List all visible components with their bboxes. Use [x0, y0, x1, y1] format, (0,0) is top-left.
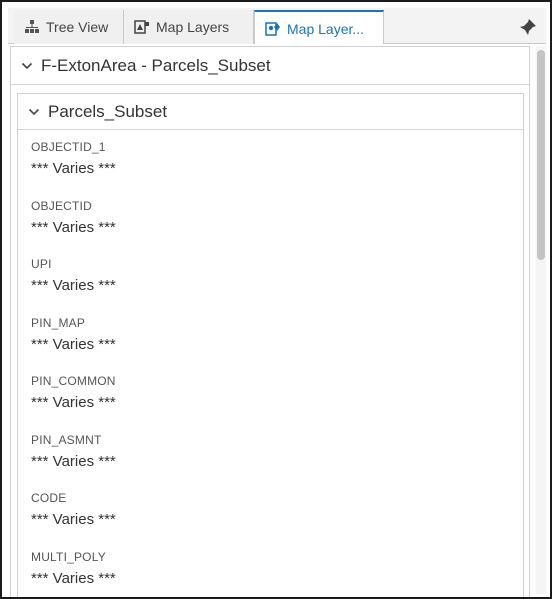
field-item: CODE *** Varies ***: [31, 489, 523, 548]
sublayer-title: Parcels_Subset: [48, 101, 168, 121]
field-value: *** Varies ***: [31, 160, 116, 177]
panel-frame: Tree View Map Layers Map Layer... F-Exto…: [0, 0, 552, 599]
layer-title: F-ExtonArea - Parcels_Subset: [41, 55, 271, 75]
field-name: PIN_MAP: [31, 315, 86, 330]
field-value: *** Varies ***: [31, 277, 116, 294]
tab-label: Tree View: [46, 19, 109, 35]
tree-view-icon: [24, 19, 40, 35]
sublayer-header[interactable]: Parcels_Subset: [18, 94, 523, 130]
field-value: *** Varies ***: [31, 394, 116, 411]
field-name: PIN_COMMON: [31, 374, 116, 388]
tab-label: Map Layers: [156, 19, 230, 35]
field-item: PIN_MAP *** Varies ***: [31, 314, 523, 373]
field-value: *** Varies ***: [31, 569, 116, 587]
map-layers-icon: [134, 19, 150, 35]
field-name: CODE: [31, 491, 67, 505]
field-item: UPI *** Varies ***: [31, 255, 523, 314]
sublayer-section: Parcels_Subset OBJECTID_1 *** Varies ***…: [17, 93, 524, 598]
field-name: OBJECTID_1: [31, 140, 106, 154]
field-item: MULTI_POLY *** Varies ***: [31, 548, 523, 598]
tab-map-layer-details[interactable]: Map Layer...: [254, 10, 384, 45]
field-item: OBJECTID_1 *** Varies ***: [31, 138, 523, 197]
field-item: PIN_ASMNT *** Varies ***: [31, 431, 523, 490]
field-name: UPI: [31, 257, 52, 271]
field-name: MULTI_POLY: [31, 549, 106, 564]
chevron-down-icon: [21, 62, 33, 69]
field-name: PIN_ASMNT: [31, 432, 102, 447]
scrollbar-thumb[interactable]: [537, 50, 545, 260]
tab-tree-view[interactable]: Tree View: [14, 10, 124, 44]
tab-strip: Tree View Map Layers Map Layer...: [8, 8, 546, 45]
content-area: F-ExtonArea - Parcels_Subset Parcels_Sub…: [10, 44, 546, 597]
field-list: OBJECTID_1 *** Varies *** OBJECTID *** V…: [18, 130, 523, 598]
pin-icon[interactable]: [518, 17, 538, 37]
field-name: OBJECTID: [31, 198, 92, 213]
field-value: *** Varies ***: [31, 511, 116, 528]
field-value: *** Varies ***: [31, 218, 116, 236]
map-layer-details-icon: [265, 21, 281, 37]
field-item: PIN_COMMON *** Varies ***: [31, 372, 523, 431]
tab-label: Map Layer...: [287, 20, 365, 37]
field-value: *** Varies ***: [31, 335, 116, 353]
chevron-down-icon: [28, 108, 40, 115]
field-value: *** Varies ***: [31, 452, 116, 470]
field-item: OBJECTID *** Varies ***: [31, 197, 523, 256]
layer-section: F-ExtonArea - Parcels_Subset Parcels_Sub…: [10, 46, 530, 598]
tab-map-layers[interactable]: Map Layers: [124, 10, 254, 44]
layer-header[interactable]: F-ExtonArea - Parcels_Subset: [11, 47, 529, 85]
scrollbar-track[interactable]: [536, 46, 546, 594]
